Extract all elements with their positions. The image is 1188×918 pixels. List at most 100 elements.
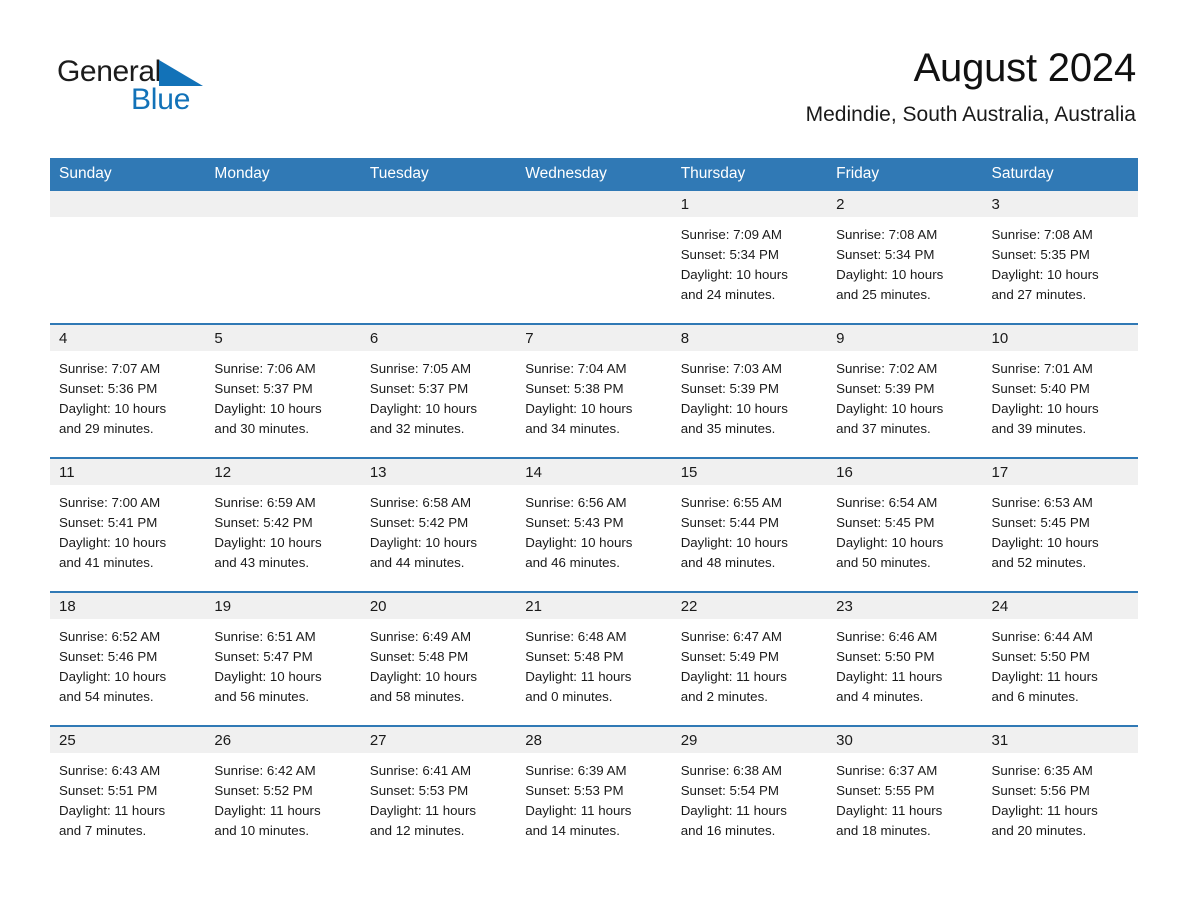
calendar-day-cell[interactable]: 29 Sunrise: 6:38 AM Sunset: 5:54 PM Dayligh… xyxy=(671,725,828,859)
calendar-day-cell[interactable]: 8 Sunrise: 7:03 AM Sunset: 5:39 PM Daylight… xyxy=(671,323,828,458)
day-cell-details: Sunrise: 6:42 AM Sunset: 5:52 PM Daylight:… xyxy=(205,753,360,841)
day-cell-details: Sunrise: 7:00 AM Sunset: 5:41 PM Daylight:… xyxy=(50,485,205,573)
calendar-day-cell[interactable]: 21 Sunrise: 6:48 AM Sunset: 5:48 PM Dayligh… xyxy=(516,591,672,726)
daylight-text-line1: Daylight: 11 hours xyxy=(991,669,1098,684)
daylight-text-line2: and 54 minutes. xyxy=(59,689,154,704)
sunrise-sunset-calendar-table: Sunday Monday Tuesday Wednesday Thursday… xyxy=(50,158,1138,859)
weekday-header-thursday: Thursday xyxy=(671,158,828,191)
calendar-day-cell[interactable]: 19 Sunrise: 6:51 AM Sunset: 5:47 PM Dayligh… xyxy=(205,591,361,726)
day-number: 8 xyxy=(671,325,828,351)
sunrise-text: Sunrise: 7:06 AM xyxy=(214,361,316,376)
day-number xyxy=(516,191,672,217)
calendar-day-cell[interactable]: 9 Sunrise: 7:02 AM Sunset: 5:39 PM Daylight… xyxy=(827,323,983,458)
calendar-day-cell[interactable]: 12 Sunrise: 6:59 AM Sunset: 5:42 PM Dayligh… xyxy=(205,457,361,592)
day-number: 19 xyxy=(205,593,361,619)
calendar-day-cell[interactable]: 14 Sunrise: 6:56 AM Sunset: 5:43 PM Dayligh… xyxy=(516,457,672,592)
day-cell-details: Sunrise: 7:04 AM Sunset: 5:38 PM Daylight:… xyxy=(516,351,671,439)
calendar-day-cell[interactable]: 16 Sunrise: 6:54 AM Sunset: 5:45 PM Dayligh… xyxy=(827,457,983,592)
calendar-day-cell[interactable]: 23 Sunrise: 6:46 AM Sunset: 5:50 PM Dayligh… xyxy=(827,591,983,726)
weekday-header-friday: Friday xyxy=(827,158,983,191)
sunrise-text: Sunrise: 6:56 AM xyxy=(525,495,627,510)
daylight-text-line2: and 41 minutes. xyxy=(59,555,154,570)
day-number: 27 xyxy=(360,727,517,753)
day-cell-details: Sunrise: 6:52 AM Sunset: 5:46 PM Daylight:… xyxy=(50,619,205,707)
day-number xyxy=(360,191,517,217)
day-cell-inner: 27 Sunrise: 6:41 AM Sunset: 5:53 PM Dayligh… xyxy=(360,727,517,859)
day-cell-inner: 5 Sunrise: 7:06 AM Sunset: 5:37 PM Daylight… xyxy=(205,325,361,457)
calendar-day-cell[interactable]: 3 Sunrise: 7:08 AM Sunset: 5:35 PM Daylight… xyxy=(982,191,1138,324)
daylight-text-line2: and 30 minutes. xyxy=(214,421,310,436)
calendar-day-cell[interactable]: 27 Sunrise: 6:41 AM Sunset: 5:53 PM Dayligh… xyxy=(360,725,517,859)
day-cell-details: Sunrise: 6:35 AM Sunset: 5:56 PM Daylight:… xyxy=(983,753,1138,841)
day-cell-inner: 15 Sunrise: 6:55 AM Sunset: 5:44 PM Dayligh… xyxy=(671,459,828,591)
calendar-day-cell[interactable]: 31 Sunrise: 6:35 AM Sunset: 5:56 PM Dayligh… xyxy=(982,725,1138,859)
sunset-text: Sunset: 5:45 PM xyxy=(836,515,935,530)
day-number: 2 xyxy=(827,191,983,217)
day-cell-details: Sunrise: 6:55 AM Sunset: 5:44 PM Daylight:… xyxy=(672,485,827,573)
day-number: 28 xyxy=(516,727,672,753)
sunrise-text: Sunrise: 6:48 AM xyxy=(525,629,627,644)
calendar-day-cell[interactable]: 7 Sunrise: 7:04 AM Sunset: 5:38 PM Daylight… xyxy=(516,323,672,458)
daylight-text-line1: Daylight: 10 hours xyxy=(214,401,322,416)
calendar-day-cell[interactable]: 30 Sunrise: 6:37 AM Sunset: 5:55 PM Dayligh… xyxy=(827,725,983,859)
calendar-day-cell[interactable]: 10 Sunrise: 7:01 AM Sunset: 5:40 PM Dayligh… xyxy=(982,323,1138,458)
day-number: 4 xyxy=(50,325,206,351)
weekday-header-tuesday: Tuesday xyxy=(360,158,517,191)
day-cell-inner: 30 Sunrise: 6:37 AM Sunset: 5:55 PM Dayligh… xyxy=(827,727,983,859)
sunset-text: Sunset: 5:49 PM xyxy=(680,649,779,664)
sunset-text: Sunset: 5:52 PM xyxy=(214,783,313,798)
day-number: 30 xyxy=(827,727,983,753)
calendar-day-cell[interactable]: 6 Sunrise: 7:05 AM Sunset: 5:37 PM Daylight… xyxy=(360,323,517,458)
sunset-text: Sunset: 5:37 PM xyxy=(369,381,469,396)
day-cell-inner: 12 Sunrise: 6:59 AM Sunset: 5:42 PM Dayligh… xyxy=(205,459,361,591)
daylight-text-line1: Daylight: 10 hours xyxy=(525,535,633,550)
calendar-day-cell[interactable]: 26 Sunrise: 6:42 AM Sunset: 5:52 PM Dayligh… xyxy=(205,725,361,859)
day-cell-inner: 19 Sunrise: 6:51 AM Sunset: 5:47 PM Dayligh… xyxy=(205,593,361,725)
sunrise-text: Sunrise: 6:37 AM xyxy=(836,763,938,778)
day-cell-details: Sunrise: 6:51 AM Sunset: 5:47 PM Daylight:… xyxy=(205,619,360,707)
calendar-day-cell[interactable]: 13 Sunrise: 6:58 AM Sunset: 5:42 PM Dayligh… xyxy=(360,457,517,592)
calendar-day-cell[interactable]: 1 Sunrise: 7:09 AM Sunset: 5:34 PM Daylight… xyxy=(671,191,828,324)
daylight-text-line2: and 52 minutes. xyxy=(991,555,1087,570)
calendar-day-cell[interactable]: 20 Sunrise: 6:49 AM Sunset: 5:48 PM Dayligh… xyxy=(360,591,517,726)
day-cell-details: Sunrise: 6:37 AM Sunset: 5:55 PM Daylight:… xyxy=(827,753,982,841)
calendar-day-cell[interactable]: 28 Sunrise: 6:39 AM Sunset: 5:53 PM Dayligh… xyxy=(516,725,672,859)
day-cell-inner: 16 Sunrise: 6:54 AM Sunset: 5:45 PM Dayligh… xyxy=(827,459,983,591)
calendar-day-cell[interactable]: 15 Sunrise: 6:55 AM Sunset: 5:44 PM Dayligh… xyxy=(671,457,828,592)
calendar-day-cell[interactable]: 2 Sunrise: 7:08 AM Sunset: 5:34 PM Daylight… xyxy=(827,191,983,324)
calendar-day-cell[interactable]: 24 Sunrise: 6:44 AM Sunset: 5:50 PM Dayligh… xyxy=(982,591,1138,726)
daylight-text-line1: Daylight: 10 hours xyxy=(525,401,633,416)
daylight-text-line2: and 2 minutes. xyxy=(680,689,768,704)
sunset-text: Sunset: 5:39 PM xyxy=(836,381,935,396)
calendar-day-cell[interactable]: 11 Sunrise: 7:00 AM Sunset: 5:41 PM Dayligh… xyxy=(50,457,206,592)
daylight-text-line2: and 44 minutes. xyxy=(369,555,465,570)
calendar-week-row: 11 Sunrise: 7:00 AM Sunset: 5:41 PM Dayligh… xyxy=(50,457,1138,592)
day-cell-details: Sunrise: 6:59 AM Sunset: 5:42 PM Daylight:… xyxy=(205,485,360,573)
daylight-text-line2: and 10 minutes. xyxy=(214,823,310,838)
calendar-day-cell[interactable]: 18 Sunrise: 6:52 AM Sunset: 5:46 PM Dayligh… xyxy=(50,591,206,726)
calendar-day-cell[interactable]: 4 Sunrise: 7:07 AM Sunset: 5:36 PM Daylight… xyxy=(50,323,206,458)
calendar-day-cell[interactable]: 17 Sunrise: 6:53 AM Sunset: 5:45 PM Dayligh… xyxy=(982,457,1138,592)
day-cell-inner: 24 Sunrise: 6:44 AM Sunset: 5:50 PM Dayligh… xyxy=(982,593,1138,725)
calendar-day-cell[interactable]: 22 Sunrise: 6:47 AM Sunset: 5:49 PM Dayligh… xyxy=(671,591,828,726)
calendar-day-cell-empty xyxy=(516,191,672,324)
sunrise-text: Sunrise: 6:35 AM xyxy=(991,763,1093,778)
day-cell-inner: 11 Sunrise: 7:00 AM Sunset: 5:41 PM Dayligh… xyxy=(50,459,206,591)
day-cell-details: Sunrise: 7:07 AM Sunset: 5:36 PM Daylight:… xyxy=(50,351,205,439)
calendar-day-cell[interactable]: 25 Sunrise: 6:43 AM Sunset: 5:51 PM Dayligh… xyxy=(50,725,206,859)
sunrise-text: Sunrise: 7:03 AM xyxy=(680,361,782,376)
daylight-text-line2: and 39 minutes. xyxy=(991,421,1087,436)
calendar-week-row: 1 Sunrise: 7:09 AM Sunset: 5:34 PM Daylight… xyxy=(50,191,1138,324)
daylight-text-line1: Daylight: 10 hours xyxy=(680,401,788,416)
sunrise-text: Sunrise: 7:01 AM xyxy=(991,361,1093,376)
sunset-text: Sunset: 5:50 PM xyxy=(991,649,1090,664)
daylight-text-line2: and 20 minutes. xyxy=(991,823,1087,838)
page-title: August 2024 xyxy=(913,46,1137,90)
daylight-text-line2: and 37 minutes. xyxy=(836,421,931,436)
day-cell-inner: 1 Sunrise: 7:09 AM Sunset: 5:34 PM Daylight… xyxy=(671,191,828,323)
general-blue-logo: General Blue xyxy=(57,53,207,115)
calendar-header-row-group: Sunday Monday Tuesday Wednesday Thursday… xyxy=(50,158,1138,191)
calendar-week-row: 4 Sunrise: 7:07 AM Sunset: 5:36 PM Daylight… xyxy=(50,323,1138,458)
day-cell-inner xyxy=(50,191,206,323)
calendar-day-cell[interactable]: 5 Sunrise: 7:06 AM Sunset: 5:37 PM Daylight… xyxy=(205,323,361,458)
